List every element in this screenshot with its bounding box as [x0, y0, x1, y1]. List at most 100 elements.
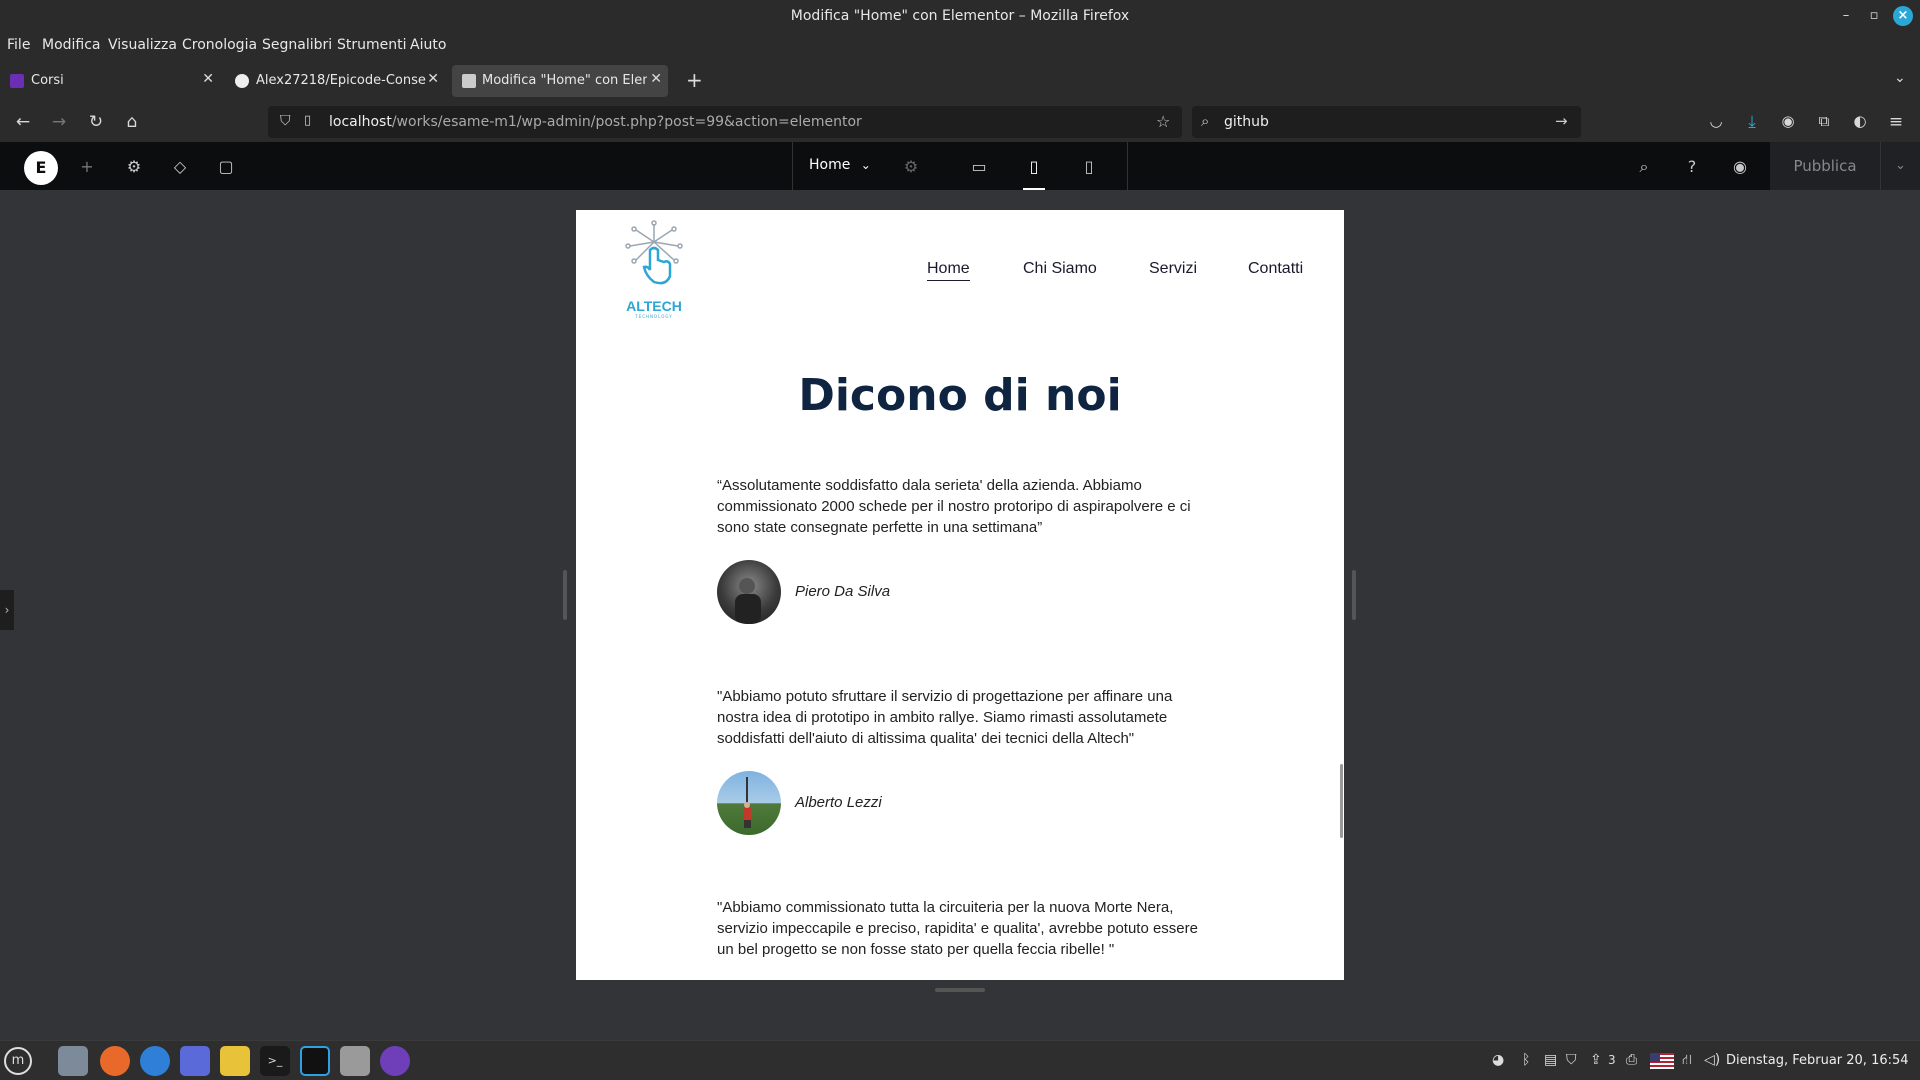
resize-handle-left[interactable]	[563, 570, 567, 620]
minimize-icon[interactable]: –	[1836, 6, 1856, 26]
nav-bar: ← → ↻ ⌂ ⛉ ▯ localhost/works/esame-m1/wp-…	[0, 102, 1920, 142]
updates-count: 3	[1608, 1053, 1616, 1067]
tab-bar: Corsi ✕ Alex27218/Epicode-Conseg ✕ Modif…	[0, 62, 1920, 100]
new-tab-icon[interactable]: +	[686, 68, 703, 92]
tab-favicon-icon	[462, 74, 476, 88]
menu-segnalibri[interactable]: Segnalibri	[262, 37, 332, 53]
window-titlebar: Modifica "Home" con Elementor – Mozilla …	[0, 0, 1920, 32]
menu-modifica[interactable]: Modifica	[42, 37, 101, 53]
notes-icon[interactable]: ▢	[215, 156, 237, 178]
url-path: /works/esame-m1/wp-admin/post.php?post=9…	[391, 114, 862, 130]
mobile-view-icon[interactable]: ▯	[1078, 156, 1100, 178]
site-nav-chi-siamo[interactable]: Chi Siamo	[1023, 260, 1097, 278]
shield-tray-icon[interactable]: ⛉	[1566, 1052, 1577, 1068]
testimonial-quote: "Abbiamo commissionato tutta la circuite…	[717, 899, 1198, 958]
screenshot-icon[interactable]	[180, 1046, 210, 1076]
add-element-icon[interactable]: +	[76, 156, 98, 178]
panel-toggle-icon[interactable]: ›	[0, 590, 14, 630]
site-logo[interactable]: ALTECH TECHNOLOGY	[622, 220, 686, 320]
publish-button[interactable]: Pubblica	[1770, 142, 1880, 190]
tab-favicon-icon	[10, 74, 24, 88]
account-icon[interactable]: ◉	[1776, 112, 1800, 130]
testimonial-author: Alberto Lezzi	[795, 794, 882, 811]
bluetooth-icon[interactable]: ᛒ	[1522, 1052, 1530, 1068]
calculator-icon[interactable]	[220, 1046, 250, 1076]
tab-close-icon[interactable]: ✕	[202, 71, 214, 87]
search-icon[interactable]: ⌕	[1633, 156, 1655, 178]
site-nav-contatti[interactable]: Contatti	[1248, 260, 1303, 278]
reload-icon[interactable]: ↻	[84, 112, 108, 132]
desktop-view-icon[interactable]: ▭	[968, 156, 990, 178]
keyboard-layout-flag-icon[interactable]	[1650, 1053, 1674, 1069]
close-icon[interactable]: ×	[1893, 6, 1913, 26]
preview-eye-icon[interactable]: ◉	[1729, 156, 1751, 178]
bookmark-star-icon[interactable]: ☆	[1156, 112, 1170, 131]
resize-handle-right[interactable]	[1352, 570, 1356, 620]
menu-file[interactable]: File	[7, 37, 30, 53]
help-icon[interactable]: ?	[1681, 156, 1703, 178]
discord-icon[interactable]: ◕	[1492, 1052, 1504, 1068]
network-icon[interactable]: ⛙	[1682, 1052, 1692, 1070]
testimonial-quote: “Assolutamente soddisfatto dala serieta'…	[717, 477, 1191, 536]
back-icon[interactable]: ←	[11, 112, 35, 132]
menu-visualizza[interactable]: Visualizza	[108, 37, 177, 53]
tab-close-icon[interactable]: ✕	[427, 71, 439, 87]
elementor-logo-icon[interactable]: E	[24, 151, 58, 185]
firefox-icon[interactable]	[100, 1046, 130, 1076]
extension-icon[interactable]: ◐	[1848, 112, 1872, 130]
publish-options-chevron-icon[interactable]: ⌄	[1880, 142, 1920, 190]
start-menu-icon[interactable]: m	[4, 1047, 32, 1075]
tab-label: Corsi	[31, 73, 64, 88]
site-nav-home[interactable]: Home	[927, 260, 970, 281]
downloads-icon[interactable]: ⤓	[1740, 112, 1764, 132]
tab-corsi[interactable]: Corsi ✕	[0, 65, 220, 97]
tablet-view-icon[interactable]: ▯	[1023, 156, 1045, 190]
menu-aiuto[interactable]: Aiuto	[410, 37, 446, 53]
tab-elementor[interactable]: Modifica "Home" con Eleme ✕	[452, 65, 668, 97]
system-taskbar: m >_ ◕ ᛒ ▤ ⛉ ⇪ 3 ⎙ ⛙ ◁) Dienstag, Februa…	[0, 1040, 1920, 1080]
volume-icon[interactable]: ◁)	[1704, 1052, 1720, 1068]
search-bar[interactable]: ⌕ github →	[1192, 106, 1581, 138]
thunderbird-icon[interactable]	[140, 1046, 170, 1076]
forward-icon[interactable]: →	[47, 112, 71, 132]
extensions-icon[interactable]: ⧉	[1812, 112, 1836, 130]
site-nav-servizi[interactable]: Servizi	[1149, 260, 1197, 278]
structure-icon[interactable]: ◇	[169, 156, 191, 178]
search-input[interactable]: github	[1224, 114, 1269, 130]
clipboard-icon[interactable]: ▤	[1544, 1052, 1557, 1068]
menu-strumenti[interactable]: Strumenti	[337, 37, 407, 53]
tab-github[interactable]: Alex27218/Epicode-Conseg ✕	[225, 65, 445, 97]
section-heading: Dicono di noi	[798, 370, 1122, 421]
document-switcher[interactable]: Home ⌄	[809, 157, 871, 173]
menu-cronologia[interactable]: Cronologia	[182, 37, 257, 53]
testimonial-author: Piero Da Silva	[795, 583, 891, 600]
maximize-icon[interactable]: ▫	[1864, 6, 1884, 26]
pocket-icon[interactable]: ◡	[1704, 112, 1728, 130]
printer-icon[interactable]: ⎙	[1626, 1052, 1637, 1068]
shield-icon[interactable]: ⛉	[280, 113, 291, 129]
settings-icon[interactable]	[340, 1046, 370, 1076]
menu-hamburger-icon[interactable]: ≡	[1884, 112, 1908, 132]
updates-icon[interactable]: ⇪	[1590, 1052, 1602, 1068]
page-icon[interactable]: ▯	[304, 113, 311, 128]
clock[interactable]: Dienstag, Februar 20, 16:54	[1726, 1053, 1909, 1068]
resize-handle-bottom[interactable]	[935, 988, 985, 992]
page-scrollbar[interactable]	[1340, 764, 1343, 838]
elementor-topbar: E + ⚙ ◇ ▢ Home ⌄ ⚙ ▭ ▯ ▯ ⌕ ? ◉ Pubblica …	[0, 142, 1920, 190]
list-tabs-icon[interactable]: ⌄	[1894, 70, 1906, 86]
page-settings-icon[interactable]: ⚙	[900, 156, 922, 178]
search-go-icon[interactable]: →	[1555, 112, 1568, 130]
tab-close-icon[interactable]: ✕	[650, 71, 662, 87]
page-preview: ALTECH TECHNOLOGY Home Chi Siamo Servizi…	[576, 210, 1344, 980]
home-icon[interactable]: ⌂	[120, 112, 144, 132]
files-icon[interactable]	[58, 1046, 88, 1076]
github-desktop-icon[interactable]	[380, 1046, 410, 1076]
avatar	[717, 771, 781, 835]
webstorm-icon[interactable]	[300, 1046, 330, 1076]
terminal-icon[interactable]: >_	[260, 1046, 290, 1076]
search-icon: ⌕	[1201, 112, 1210, 130]
url-text: localhost/works/esame-m1/wp-admin/post.p…	[329, 114, 862, 130]
url-bar[interactable]: ⛉ ▯ localhost/works/esame-m1/wp-admin/po…	[268, 106, 1182, 138]
site-settings-icon[interactable]: ⚙	[123, 156, 145, 178]
testimonial-quote: "Abbiamo potuto sfruttare il servizio di…	[717, 688, 1173, 747]
